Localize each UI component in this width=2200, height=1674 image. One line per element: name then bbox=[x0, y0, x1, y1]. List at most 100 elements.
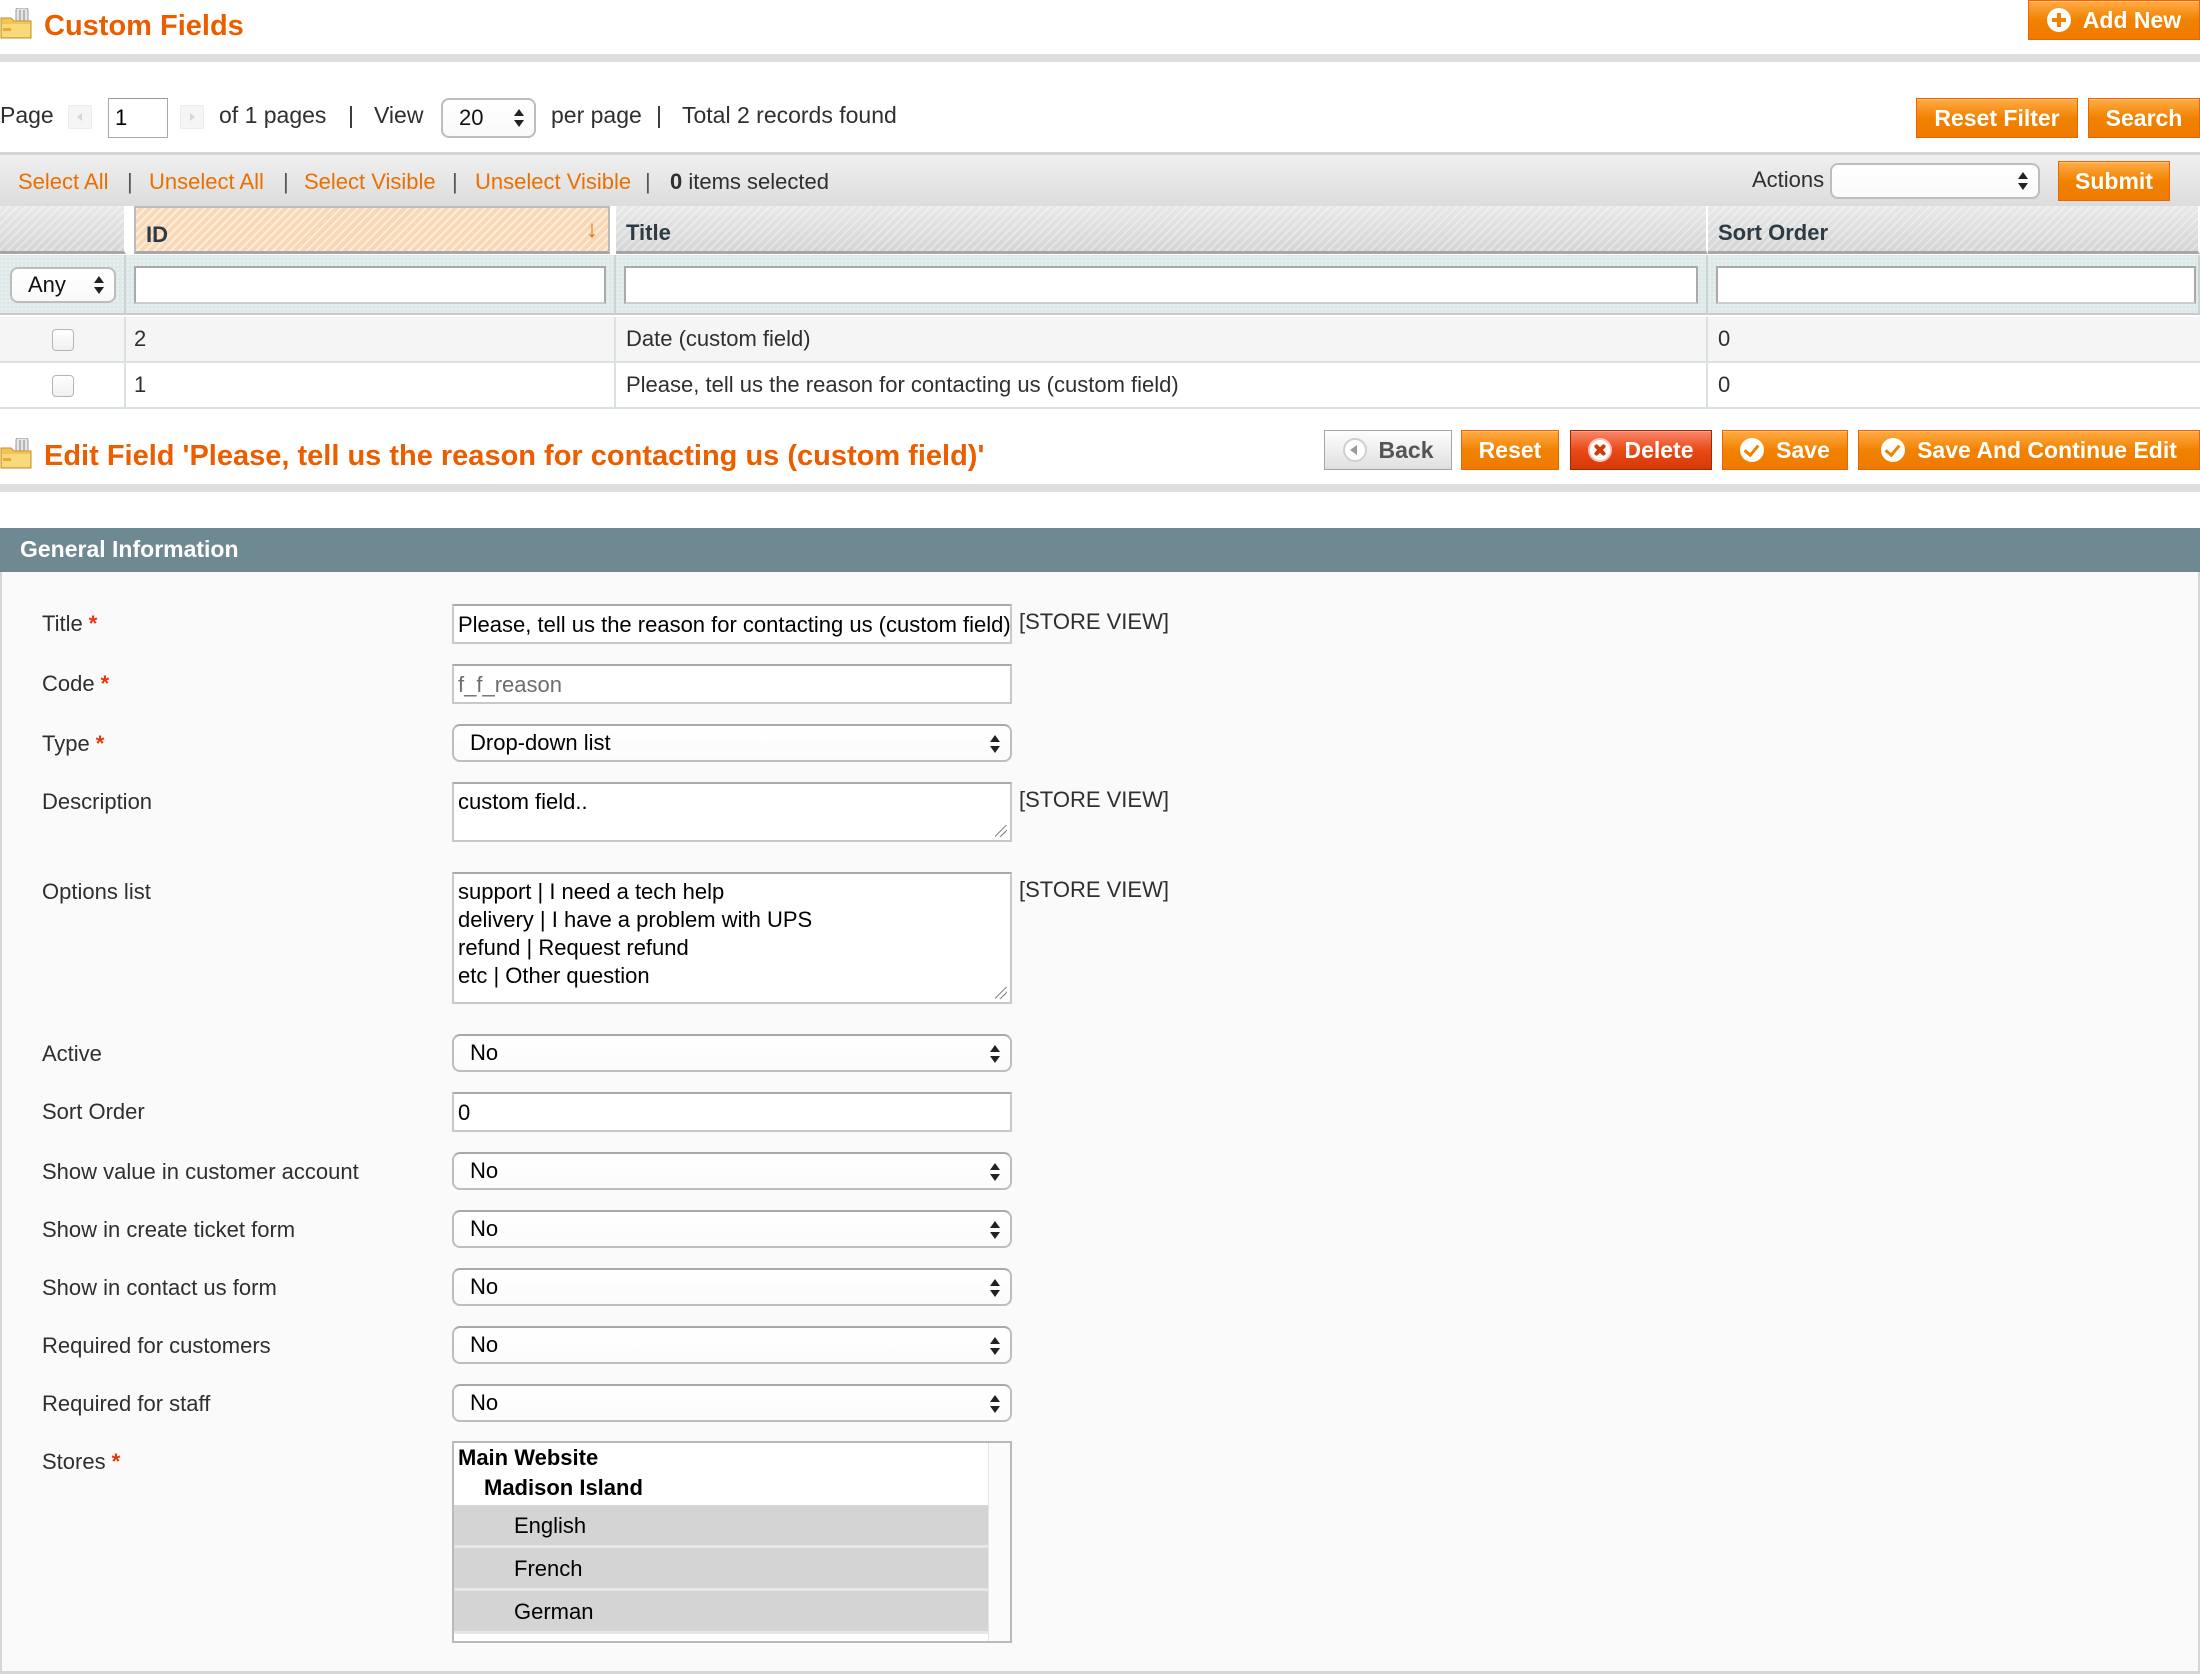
table-row[interactable]: 1 Please, tell us the reason for contact… bbox=[0, 363, 2200, 409]
pager-separator: | bbox=[656, 102, 662, 128]
column-header-title[interactable]: Title bbox=[616, 206, 1708, 254]
active-label: Active bbox=[42, 1041, 102, 1066]
show-in-customer-account-select[interactable]: No bbox=[452, 1152, 1012, 1190]
unselect-visible-link[interactable]: Unselect Visible bbox=[475, 169, 631, 195]
required-for-customers-select[interactable]: No bbox=[452, 1326, 1012, 1364]
column-header-checkbox bbox=[0, 206, 126, 254]
save-button[interactable]: Save bbox=[1722, 430, 1848, 470]
title-label-text: Title bbox=[42, 611, 83, 636]
type-value: Drop-down list bbox=[470, 730, 611, 755]
filter-cell-sort-order bbox=[1708, 255, 2200, 315]
required-for-customers-label: Required for customers bbox=[42, 1333, 271, 1358]
select-arrows-icon bbox=[514, 109, 524, 127]
checkbox-filter-select[interactable]: Any bbox=[10, 267, 116, 303]
required-marker: * bbox=[100, 671, 110, 696]
description-label: Description bbox=[42, 789, 153, 814]
required-marker: * bbox=[88, 611, 98, 636]
select-visible-link[interactable]: Select Visible bbox=[304, 169, 436, 195]
next-page-button[interactable] bbox=[180, 105, 204, 129]
select-value: No bbox=[470, 1390, 499, 1415]
store-option-store[interactable]: English bbox=[454, 1505, 990, 1548]
massaction-separator: | bbox=[283, 169, 289, 194]
list-page-header: Custom Fields Add New bbox=[0, 0, 2200, 60]
previous-page-button[interactable] bbox=[68, 105, 92, 129]
table-row[interactable]: 2 Date (custom field) 0 bbox=[0, 317, 2200, 363]
title-cell: Date (custom field) bbox=[616, 317, 1708, 361]
store-option-store[interactable]: French bbox=[454, 1548, 990, 1591]
checkbox-filter-value: Any bbox=[28, 272, 66, 297]
section-header: General Information bbox=[0, 528, 2200, 572]
filter-cell-checkbox: Any bbox=[0, 255, 126, 315]
option-line: refund | Request refund bbox=[458, 935, 689, 960]
store-option-store[interactable]: German bbox=[454, 1591, 990, 1634]
save-and-continue-button[interactable]: Save And Continue Edit bbox=[1858, 430, 2200, 470]
options-list-textarea[interactable]: support | I need a tech help delivery | … bbox=[452, 872, 1012, 1004]
page-number-input[interactable] bbox=[108, 98, 168, 138]
sort-order-cell: 0 bbox=[1718, 326, 1731, 351]
folder-icon bbox=[0, 7, 34, 40]
select-arrows-icon bbox=[990, 1045, 1000, 1063]
search-button[interactable]: Search bbox=[2088, 98, 2200, 138]
submit-button[interactable]: Submit bbox=[2058, 161, 2170, 201]
unselect-all-link[interactable]: Unselect All bbox=[149, 169, 264, 195]
per-page-select[interactable]: 20 bbox=[441, 98, 536, 138]
select-arrows-icon bbox=[990, 1279, 1000, 1297]
checkmark-icon bbox=[1881, 438, 1906, 462]
stores-scrollbar[interactable] bbox=[988, 1443, 1010, 1641]
title-filter-input[interactable] bbox=[624, 266, 1698, 304]
per-page-value: 20 bbox=[459, 105, 484, 130]
title-input[interactable]: Please, tell us the reason for contactin… bbox=[452, 604, 1012, 644]
massaction-separator: | bbox=[645, 169, 651, 194]
reset-filter-button[interactable]: Reset Filter bbox=[1916, 98, 2078, 138]
selected-count: 0 items selected bbox=[670, 169, 829, 195]
row-checkbox-cell bbox=[0, 317, 126, 361]
selected-count-suffix: items selected bbox=[688, 169, 829, 194]
stores-multiselect[interactable]: Main Website Madison Island English Fren… bbox=[452, 1441, 1012, 1643]
select-arrows-icon bbox=[2018, 172, 2028, 190]
show-in-customer-account-label: Show value in customer account bbox=[42, 1159, 359, 1184]
view-label: View bbox=[374, 102, 424, 128]
actions-select[interactable] bbox=[1830, 163, 2040, 199]
header-divider bbox=[0, 54, 2200, 62]
massaction-separator: | bbox=[452, 169, 458, 194]
store-option-website[interactable]: Main Website bbox=[454, 1445, 990, 1475]
column-header-id[interactable]: ID ↓ bbox=[134, 206, 610, 254]
column-header-label: Sort Order bbox=[1718, 220, 1829, 245]
add-new-label: Add New bbox=[2082, 7, 2182, 33]
resize-handle-icon[interactable] bbox=[995, 987, 1007, 999]
resize-handle-icon[interactable] bbox=[995, 825, 1007, 837]
row-checkbox-cell bbox=[0, 363, 126, 407]
required-for-staff-select[interactable]: No bbox=[452, 1384, 1012, 1422]
id-filter-input[interactable] bbox=[134, 266, 606, 304]
active-select[interactable]: No bbox=[452, 1034, 1012, 1072]
sort-order-label: Sort Order bbox=[42, 1099, 145, 1124]
required-marker: * bbox=[95, 731, 105, 756]
show-in-contact-us-select[interactable]: No bbox=[452, 1268, 1012, 1306]
code-label: Code * bbox=[42, 671, 109, 697]
row-checkbox[interactable] bbox=[52, 329, 74, 351]
type-label-text: Type bbox=[42, 731, 90, 756]
description-textarea[interactable]: custom field.. bbox=[452, 782, 1012, 842]
row-checkbox[interactable] bbox=[52, 375, 74, 397]
page-title: Custom Fields bbox=[44, 10, 244, 42]
show-in-create-ticket-select[interactable]: No bbox=[452, 1210, 1012, 1248]
delete-button[interactable]: Delete bbox=[1570, 430, 1712, 470]
column-header-label: ID bbox=[146, 222, 168, 247]
add-new-button[interactable]: Add New bbox=[2028, 0, 2200, 40]
pager-separator: | bbox=[348, 102, 354, 128]
select-all-link[interactable]: Select All bbox=[18, 169, 109, 195]
code-input[interactable]: f_f_reason bbox=[452, 664, 1012, 704]
select-arrows-icon bbox=[990, 1163, 1000, 1181]
filter-cell-id bbox=[126, 255, 616, 315]
reset-button[interactable]: Reset bbox=[1461, 430, 1559, 470]
sort-order-input[interactable]: 0 bbox=[452, 1092, 1012, 1132]
type-select[interactable]: Drop-down list bbox=[452, 724, 1012, 762]
per-page-label: per page bbox=[551, 102, 642, 128]
description-value: custom field.. bbox=[458, 789, 588, 814]
delete-x-icon bbox=[1588, 438, 1613, 462]
store-option-group[interactable]: Madison Island bbox=[454, 1475, 990, 1505]
back-button[interactable]: Back bbox=[1324, 430, 1452, 470]
column-header-sort-order[interactable]: Sort Order bbox=[1708, 206, 2200, 254]
column-header-label: Title bbox=[626, 220, 671, 245]
sort-order-filter-input[interactable] bbox=[1716, 266, 2196, 304]
